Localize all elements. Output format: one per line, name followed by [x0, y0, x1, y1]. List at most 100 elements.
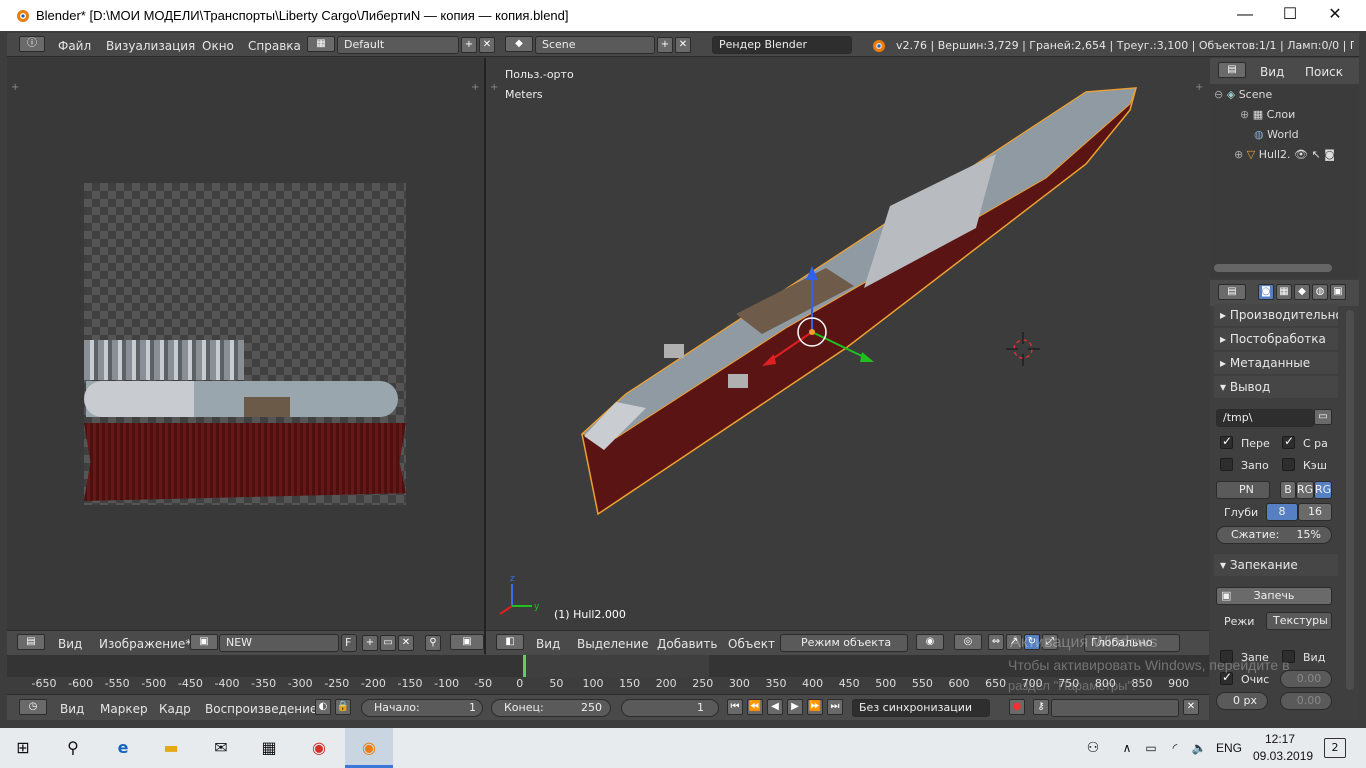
scene-field[interactable]: Scene	[535, 36, 655, 54]
file-format-select[interactable]: PN	[1216, 481, 1270, 499]
edge-icon[interactable]: e	[110, 736, 136, 760]
start-frame-field[interactable]: Начало: 1	[361, 699, 483, 717]
clock-time[interactable]: 12:17	[1265, 732, 1295, 746]
keying-set-icon[interactable]: ⚷	[1033, 699, 1049, 715]
add-layout-icon[interactable]: +	[461, 37, 477, 53]
menu-search[interactable]: Поиск	[1305, 65, 1343, 79]
keying-set-field[interactable]	[1051, 699, 1179, 717]
output-path-field[interactable]: /tmp\	[1216, 409, 1314, 427]
corner-plus-icon[interactable]: +	[11, 82, 19, 93]
menu-marker[interactable]: Маркер	[100, 702, 148, 716]
bake-bias-field[interactable]: 0.00	[1280, 692, 1332, 710]
menu-playback[interactable]: Воспроизведение	[205, 702, 317, 716]
transform-manipulator[interactable]	[736, 258, 886, 378]
layout-field[interactable]: Default	[337, 36, 459, 54]
color-mode-rgb[interactable]: RG	[1296, 481, 1314, 499]
bake-button[interactable]: ▣ Запечь	[1216, 587, 1332, 605]
current-frame-field[interactable]: 1	[621, 699, 719, 717]
prev-keyframe-icon[interactable]: ⏪	[747, 699, 763, 715]
render-tab-icon[interactable]: ◙	[1258, 284, 1274, 300]
battery-icon[interactable]: ▭	[1138, 736, 1164, 760]
mode-select[interactable]: Режим объекта	[780, 634, 908, 652]
layers-tab-icon[interactable]: ▦	[1276, 284, 1292, 300]
panel-metadata[interactable]: ▸ Метаданные	[1214, 352, 1338, 374]
panel-bake[interactable]: ▾ Запекание	[1214, 554, 1338, 576]
store-icon[interactable]: ▦	[256, 736, 282, 760]
menu-view[interactable]: Вид	[60, 702, 84, 716]
color-mode-bw[interactable]: B	[1280, 481, 1296, 499]
preview-range-icon[interactable]: ◐	[315, 699, 331, 715]
image-name-field[interactable]: NEW	[219, 634, 339, 652]
editor-type-icon[interactable]: ◷	[19, 699, 47, 715]
editor-type-icon[interactable]: ▤	[17, 634, 45, 650]
info-icon[interactable]: ⓘ	[19, 36, 45, 52]
outliner-item-world[interactable]: ◍ World	[1254, 128, 1299, 141]
editor-type-icon[interactable]: ▤	[1218, 284, 1246, 300]
minimize-button[interactable]: —	[1222, 4, 1268, 28]
viewport-shading-icon[interactable]: ◉	[916, 634, 944, 650]
scene-icon[interactable]: ◆	[505, 36, 533, 52]
add-scene-icon[interactable]: +	[657, 37, 673, 53]
network-icon[interactable]: ◜	[1162, 736, 1188, 760]
menu-image[interactable]: Изображение*	[99, 637, 191, 651]
next-keyframe-icon[interactable]: ⏩	[807, 699, 823, 715]
layout-icon[interactable]: ▦	[307, 36, 335, 52]
menu-view[interactable]: Вид	[1260, 65, 1284, 79]
explorer-icon[interactable]: ▬	[158, 736, 184, 760]
manipulator-icon[interactable]: ⇔	[988, 634, 1004, 650]
outliner-item-hull[interactable]: ⊕ ▽ Hull2. 👁 ↖ ◙	[1234, 148, 1335, 161]
outliner-scrollbar[interactable]	[1214, 264, 1332, 272]
menu-view[interactable]: Вид	[58, 637, 82, 651]
corner-plus-icon[interactable]: +	[471, 82, 479, 93]
record-icon[interactable]: ●	[1009, 699, 1025, 715]
panel-performance[interactable]: ▸ Производительно	[1214, 304, 1338, 326]
3d-cursor-icon[interactable]	[1004, 330, 1042, 368]
close-button[interactable]: ✕	[1312, 4, 1358, 28]
outliner-item-scene[interactable]: ⊖ ◈ Scene	[1214, 88, 1272, 101]
bake-margin-field[interactable]: 0 px	[1216, 692, 1268, 710]
lock-icon[interactable]: 🔒	[335, 699, 351, 715]
people-icon[interactable]: ⚇	[1080, 736, 1106, 760]
clear-checkbox[interactable]	[1220, 670, 1233, 685]
panel-postprocessing[interactable]: ▸ Постобработка	[1214, 328, 1338, 350]
color-depth-16[interactable]: 16	[1298, 503, 1332, 521]
blender-taskbar-button[interactable]: ◉	[345, 728, 393, 768]
pin-icon[interactable]: ⚲	[425, 635, 441, 651]
language-indicator[interactable]: ENG	[1216, 741, 1242, 755]
eye-icon[interactable]: 👁	[1294, 148, 1308, 161]
compression-slider[interactable]: Сжатие: 15%	[1216, 526, 1332, 544]
remove-layout-icon[interactable]: ✕	[479, 37, 495, 53]
editor-type-icon[interactable]: ▤	[1218, 62, 1246, 78]
menu-add[interactable]: Добавить	[657, 637, 717, 651]
chrome-icon[interactable]: ◉	[306, 736, 332, 760]
world-tab-icon[interactable]: ◍	[1312, 284, 1328, 300]
pivot-icon[interactable]: ◎	[954, 634, 982, 650]
cache-checkbox[interactable]	[1282, 458, 1295, 471]
unlink-image-icon[interactable]: ✕	[398, 635, 414, 651]
menu-help[interactable]: Справка	[248, 39, 301, 53]
end-frame-field[interactable]: Конец: 250	[491, 699, 611, 717]
sync-mode-select[interactable]: Без синхронизации	[852, 699, 990, 717]
menu-frame[interactable]: Кадр	[159, 702, 191, 716]
uv-image-editor[interactable]: + +	[7, 58, 484, 630]
render-engine-select[interactable]: Рендер Blender	[712, 36, 852, 54]
image-browse-icon[interactable]: ▣	[190, 634, 218, 650]
volume-icon[interactable]: 🔈	[1186, 736, 1212, 760]
fake-user-toggle[interactable]: F	[341, 634, 357, 652]
file-extensions-checkbox[interactable]	[1220, 458, 1233, 471]
menu-file[interactable]: Файл	[58, 39, 91, 53]
placeholders-checkbox[interactable]	[1282, 434, 1295, 449]
remove-scene-icon[interactable]: ✕	[675, 37, 691, 53]
menu-view[interactable]: Вид	[536, 637, 560, 651]
notifications-icon[interactable]: 2	[1324, 738, 1346, 758]
select-arrow-icon[interactable]: ↖	[1312, 148, 1321, 161]
play-icon[interactable]: ▶	[787, 699, 803, 715]
editor-type-icon[interactable]: ◧	[496, 634, 524, 650]
open-image-icon[interactable]: ▭	[380, 635, 396, 651]
scene-tab-icon[interactable]: ◆	[1294, 284, 1310, 300]
camera-icon[interactable]: ◙	[1324, 148, 1335, 161]
properties-scrollbar[interactable]	[1346, 310, 1354, 690]
folder-icon[interactable]: ▭	[1314, 409, 1332, 425]
overwrite-checkbox[interactable]	[1220, 434, 1233, 449]
color-depth-8[interactable]: 8	[1266, 503, 1298, 521]
